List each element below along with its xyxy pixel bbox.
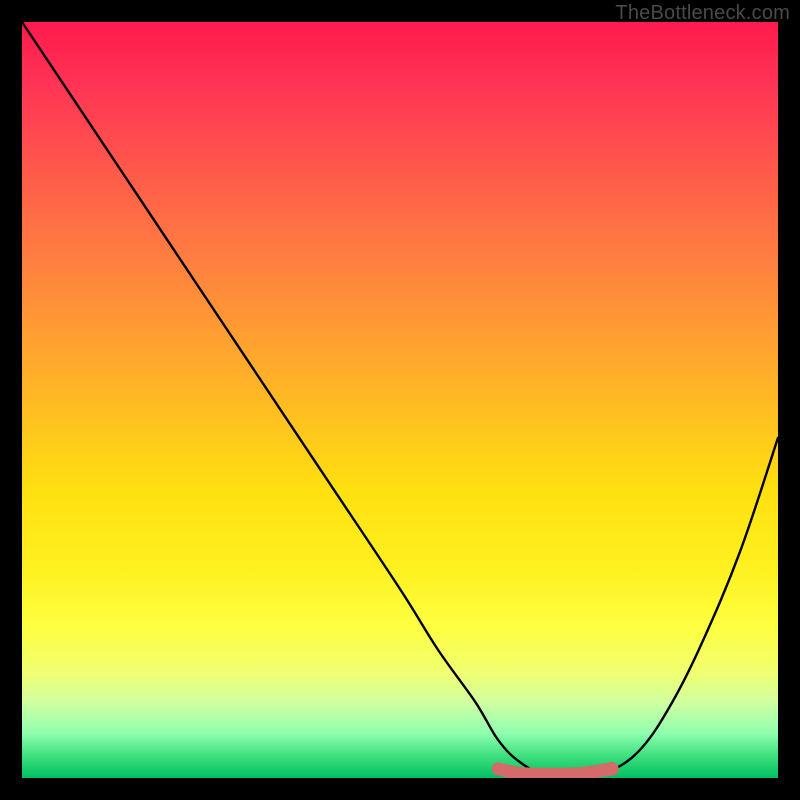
watermark-text: TheBottleneck.com bbox=[615, 2, 790, 25]
highlight-end-dot bbox=[605, 762, 619, 776]
chart-svg bbox=[22, 22, 778, 778]
bottleneck-curve-path bbox=[22, 22, 778, 778]
chart-container: TheBottleneck.com bbox=[0, 0, 800, 800]
highlight-segment-path bbox=[498, 769, 611, 774]
